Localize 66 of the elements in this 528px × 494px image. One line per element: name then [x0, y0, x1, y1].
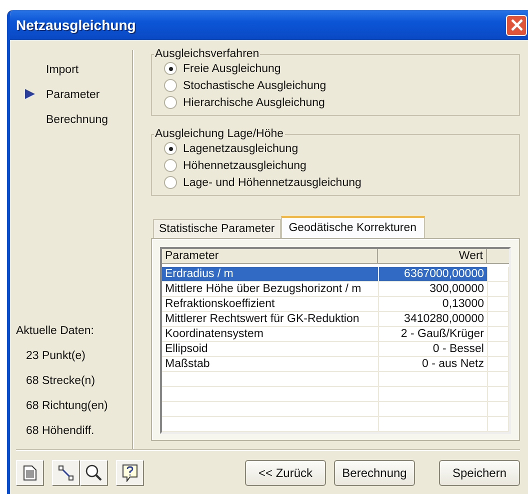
radio-label[interactable]: Freie Ausgleichung: [183, 62, 281, 74]
table-cell: [488, 417, 509, 432]
document-icon: [23, 465, 37, 481]
table-cell: [488, 327, 509, 342]
document-button[interactable]: [16, 460, 44, 486]
table-cell[interactable]: Maßstab: [162, 357, 379, 372]
radio-label[interactable]: Lage- und Höhennetzausgleichung: [183, 176, 362, 188]
table-cell[interactable]: 300,00000: [379, 282, 488, 297]
zoom-button[interactable]: [80, 460, 108, 486]
table-cell[interactable]: 0,13000: [379, 297, 488, 312]
triangle-icon: [25, 89, 35, 99]
table-cell: [488, 402, 509, 417]
tab[interactable]: Geodätische Korrekturen: [280, 216, 425, 238]
table-cell: [488, 282, 509, 297]
table-cell[interactable]: 3410280,00000: [379, 312, 488, 327]
table-cell: [488, 387, 509, 402]
table-cell[interactable]: 0 - aus Netz: [379, 357, 488, 372]
help-icon: [122, 464, 138, 482]
radio-button[interactable]: [164, 142, 177, 155]
stat-text: 23 Punkt(e): [25, 350, 86, 362]
table-cell[interactable]: Refraktionskoeffizient: [162, 297, 379, 312]
table-cell: [488, 267, 509, 282]
search-icon: [85, 464, 103, 482]
fit-button[interactable]: [52, 460, 80, 486]
stat-text: 68 Strecke(n): [25, 375, 96, 387]
tab[interactable]: Statistische Parameter: [153, 219, 281, 238]
stats-heading: Aktuelle Daten:: [16, 325, 95, 337]
radio-label[interactable]: Lagenetzausgleichung: [183, 142, 298, 154]
group-title: Ausgleichsverfahren: [154, 48, 260, 60]
group-title: Ausgleichung Lage/Höhe: [154, 128, 285, 140]
column-header[interactable]: Parameter: [162, 249, 378, 264]
table-cell[interactable]: Mittlerer Rechtswert für GK-Reduktion: [162, 312, 379, 327]
table-cell[interactable]: Ellipsoid: [162, 342, 379, 357]
table-cell: [488, 357, 509, 372]
table-cell: [488, 372, 509, 387]
table-cell[interactable]: Koordinatensystem: [162, 327, 379, 342]
dialog-button[interactable]: Berechnung: [334, 460, 415, 486]
radio-button[interactable]: [164, 96, 177, 109]
window-title: Netzausgleichung: [16, 17, 136, 33]
radio-label[interactable]: Hierarchische Ausgleichung: [183, 96, 325, 108]
nav-item[interactable]: Import: [16, 62, 132, 77]
radio-button[interactable]: [164, 176, 177, 189]
radio-button[interactable]: [164, 62, 177, 75]
dialog-button[interactable]: Speichern: [439, 460, 520, 486]
nav-item[interactable]: Parameter: [16, 87, 132, 102]
table-cell[interactable]: 0 - Bessel: [379, 342, 488, 357]
column-header[interactable]: Wert: [378, 249, 487, 264]
radio-button[interactable]: [164, 79, 177, 92]
close-button[interactable]: [506, 14, 527, 36]
table-cell[interactable]: 6367000,00000: [379, 267, 488, 282]
help-button[interactable]: [116, 460, 144, 486]
stat-text: 68 Richtung(en): [25, 400, 109, 412]
table-cell: [488, 297, 509, 312]
table-cell[interactable]: Mittlere Höhe über Bezugshorizont / m: [162, 282, 379, 297]
table-cell: [488, 312, 509, 327]
table-cell[interactable]: Erdradius / m: [162, 267, 379, 282]
table-cell[interactable]: 2 - Gauß/Krüger: [379, 327, 488, 342]
dialog-button[interactable]: << Zurück: [245, 460, 326, 486]
radio-label[interactable]: Höhennetzausgleichung: [183, 160, 306, 172]
nav-item[interactable]: Berechnung: [16, 112, 132, 127]
radio-label[interactable]: Stochastische Ausgleichung: [183, 80, 326, 92]
table-cell: [488, 342, 509, 357]
column-header: [487, 249, 509, 264]
close-icon: [510, 18, 524, 32]
stat-text: 68 Höhendiff.: [25, 425, 96, 437]
radio-button[interactable]: [164, 159, 177, 172]
